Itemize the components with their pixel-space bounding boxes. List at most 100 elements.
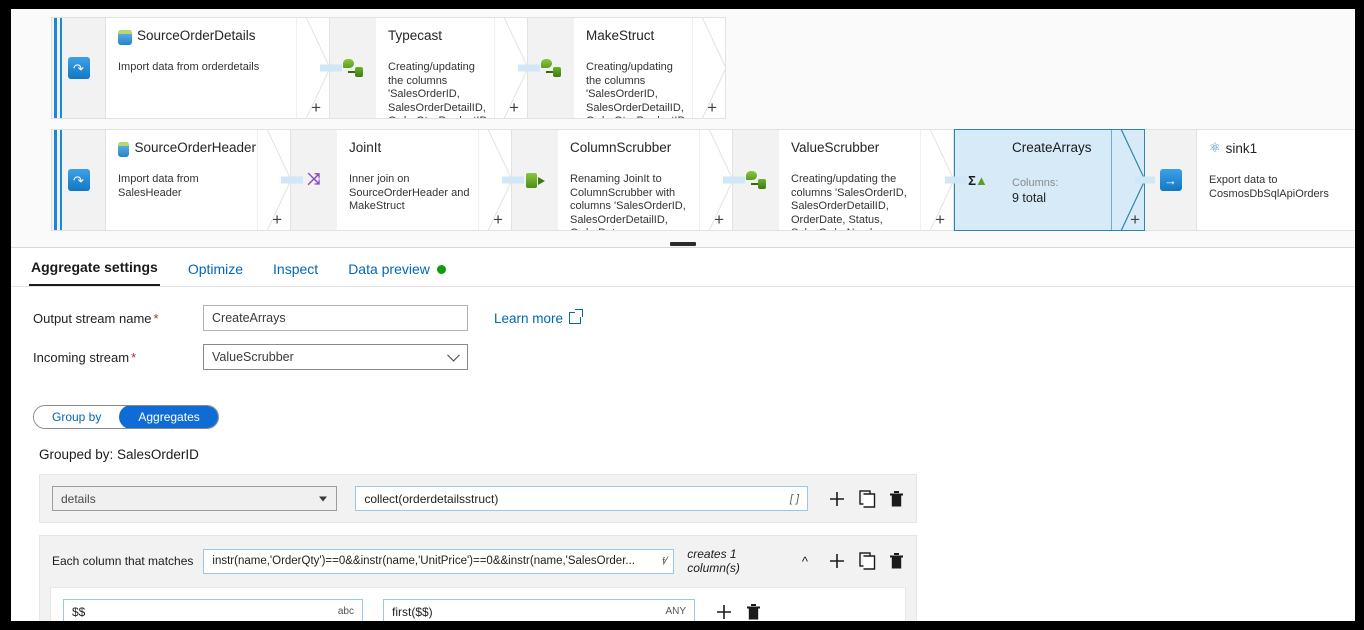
flow-row-2: ↷ SourceOrderHeader Import data from Sal… (51, 129, 1355, 231)
flow-row-1: ↷ SourceOrderDetails Import data from or… (51, 17, 726, 119)
pivot-label: Aggregates (138, 410, 200, 424)
copy-icon[interactable] (859, 552, 876, 570)
node-create-arrays[interactable]: CreateArrays Columns: 9 total + (1000, 129, 1145, 231)
source-handle-2[interactable]: ↷ (51, 129, 106, 231)
node-source-order-details[interactable]: SourceOrderDetails Import data from orde… (106, 17, 330, 119)
output-stream-input[interactable] (203, 305, 468, 331)
node-description: Renaming JoinIt to ColumnScrubber with c… (570, 173, 686, 230)
add-node-button[interactable]: + (272, 211, 282, 228)
rule-based-block: Each column that matches instr(name,'Ord… (39, 535, 917, 621)
aggregate-settings-panel: Output stream name* Learn more Incoming … (11, 287, 1355, 621)
pivot-label: Group by (52, 410, 102, 424)
pivot-aggregates[interactable]: Aggregates (119, 406, 218, 428)
status-dot-icon (436, 264, 446, 274)
connector-aggregate[interactable]: Σ ▲ (954, 129, 1000, 231)
node-title: SourceOrderDetails (118, 28, 295, 45)
plus-icon[interactable] (715, 603, 733, 621)
trash-icon[interactable] (746, 603, 761, 621)
connector-join[interactable]: ⤨ (291, 129, 337, 231)
add-node-button[interactable]: + (1130, 211, 1140, 228)
node-title: ⚛ sink1 (1209, 140, 1355, 156)
name-type-hint: abc (337, 606, 354, 617)
rule-match-expression-input[interactable]: instr(name,'OrderQty')==0&&instr(name,'U… (203, 548, 675, 574)
incoming-stream-select[interactable]: ValueScrubber (203, 344, 468, 370)
add-node-button[interactable]: + (509, 99, 519, 116)
node-description: Import data from SalesHeader (118, 173, 199, 199)
node-title-text: ColumnScrubber (570, 140, 672, 155)
add-node-button[interactable]: + (493, 211, 503, 228)
aggregate-expression-input[interactable]: collect(orderdetailsstruct) [ ] (355, 486, 808, 511)
select-icon (525, 171, 545, 189)
expression-builder-icon[interactable]: 𝔣∕ (662, 555, 667, 568)
selected-value: ValueScrubber (212, 350, 294, 364)
sink-export-icon: → (1159, 169, 1182, 191)
node-title: SourceOrderHeader (118, 140, 256, 157)
incoming-stream-row: Incoming stream * ValueScrubber (33, 344, 1355, 370)
node-typecast[interactable]: Typecast Creating/updating the columns '… (376, 17, 528, 119)
rule-based-label: Each column that matches (52, 554, 194, 568)
tab-inspect[interactable]: Inspect (271, 261, 320, 286)
required-marker: * (131, 349, 137, 365)
node-title-text: ValueScrubber (791, 140, 880, 155)
creates-columns-text: creates 1 column(s) (687, 547, 740, 575)
node-title-text: JoinIt (349, 140, 382, 155)
canvas-scroll-nub[interactable] (670, 242, 696, 246)
tab-label: Data preview (348, 261, 430, 277)
rule-value-input[interactable]: first($$) ANY (383, 599, 695, 621)
grouped-by-text: Grouped by: SalesOrderID (39, 447, 199, 462)
aggregate-pivot-toggle: Group by Aggregates (33, 405, 219, 429)
add-node-button[interactable]: + (935, 211, 945, 228)
tab-label: Aggregate settings (31, 259, 158, 275)
columns-count: 9 total (1012, 190, 1047, 205)
plus-icon[interactable] (828, 552, 846, 570)
learn-more-label: Learn more (494, 310, 564, 326)
tab-data-preview[interactable]: Data preview (346, 261, 448, 286)
add-node-button[interactable]: + (311, 99, 321, 116)
tab-optimize[interactable]: Optimize (186, 261, 245, 286)
node-sink1[interactable]: ⚛ sink1 Export data to CosmosDbSqlApiOrd… (1197, 129, 1355, 231)
connector-select[interactable] (512, 129, 558, 231)
node-joinit[interactable]: JoinIt Inner join on SourceOrderHeader a… (337, 129, 512, 231)
settings-tabbar: Aggregate settings Optimize Inspect Data… (11, 247, 1355, 287)
node-description: Columns: 9 total (1012, 177, 1110, 205)
rule-name-input[interactable]: $$ abc (63, 599, 363, 621)
data-flow-canvas[interactable]: ↷ SourceOrderDetails Import data from or… (11, 9, 1355, 247)
pivot-group-by[interactable]: Group by (34, 406, 120, 428)
tab-aggregate-settings[interactable]: Aggregate settings (29, 259, 160, 286)
derived-column-icon (541, 59, 561, 77)
node-column-scrubber[interactable]: ColumnScrubber Renaming JoinIt to Column… (558, 129, 733, 231)
add-node-button[interactable]: + (707, 99, 717, 116)
value-type-hint: ANY (665, 606, 686, 617)
external-link-icon (569, 309, 584, 324)
derived-column-icon (746, 171, 766, 189)
chevron-up-icon[interactable]: ^ (802, 555, 808, 568)
connector-derived-column-3[interactable] (733, 129, 779, 231)
output-stream-row: Output stream name* Learn more (33, 305, 1355, 331)
rule-inner-actions (715, 603, 761, 621)
connector-derived-column-1[interactable] (330, 17, 376, 119)
node-source-order-header[interactable]: SourceOrderHeader Import data from Sales… (106, 129, 291, 231)
node-description: Export data to CosmosDbSqlApiOrders (1209, 174, 1329, 200)
trash-icon[interactable] (889, 552, 904, 570)
derived-column-icon (343, 59, 363, 77)
chevron-down-icon (447, 348, 460, 362)
columns-label: Columns: (1012, 177, 1059, 189)
copy-icon[interactable] (859, 489, 876, 508)
plus-icon[interactable] (828, 490, 846, 508)
node-make-struct[interactable]: MakeStruct Creating/updating the columns… (574, 17, 726, 119)
learn-more-link[interactable]: Learn more (494, 309, 584, 326)
source-handle-1[interactable]: ↷ (51, 17, 106, 119)
sink-handle[interactable]: → (1145, 129, 1197, 231)
connector-derived-column-2[interactable] (528, 17, 574, 119)
required-marker: * (153, 310, 159, 326)
trash-icon[interactable] (889, 490, 904, 508)
aggregate-column-select[interactable]: details (52, 486, 338, 511)
app-window: ↷ SourceOrderDetails Import data from or… (10, 8, 1356, 622)
rule-based-inner-panel: $$ abc first($$) ANY (50, 587, 906, 621)
label-text: Output stream name (33, 310, 152, 326)
add-node-button[interactable]: + (714, 211, 724, 228)
node-value-scrubber[interactable]: ValueScrubber Creating/updating the colu… (779, 129, 954, 231)
chevron-down-icon (319, 496, 328, 501)
cosmos-db-icon: ⚛ (1209, 140, 1221, 155)
node-title-text: CreateArrays (1012, 140, 1092, 155)
